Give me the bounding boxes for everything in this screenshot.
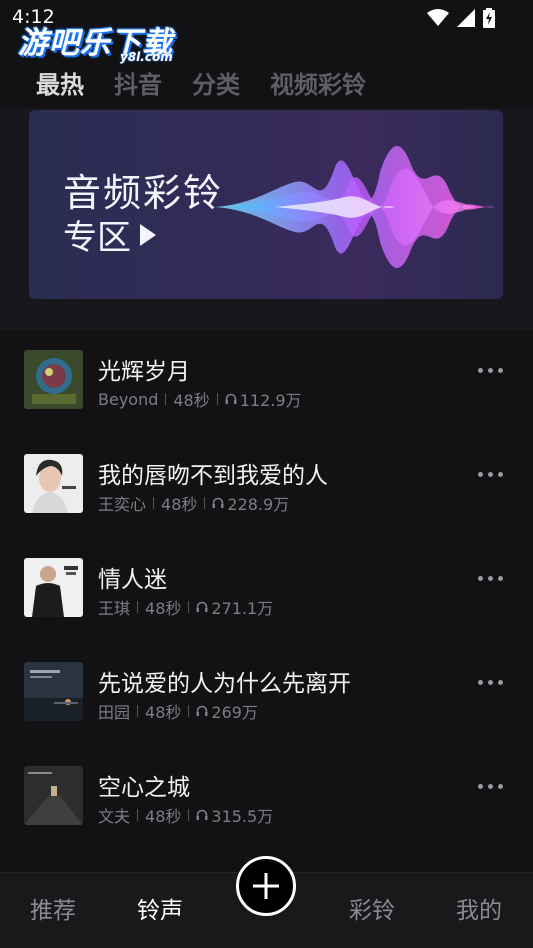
add-button[interactable] [236, 856, 296, 916]
song-row[interactable]: 空心之城 文夫 48秒 315.5万 [0, 746, 533, 850]
banner-subtitle: 专区 [63, 218, 131, 258]
song-meta: 王奕心 48秒 228.9万 [98, 491, 289, 515]
headphone-icon [225, 393, 237, 404]
divider [188, 809, 190, 821]
more-dots-icon[interactable] [478, 680, 503, 685]
battery-charging-icon [483, 8, 495, 28]
album-cover [24, 558, 83, 617]
tab-video-ringtone[interactable]: 视频彩铃 [270, 65, 366, 100]
headphone-icon [196, 809, 208, 820]
song-artist: Beyond [98, 389, 159, 409]
nav-recommend[interactable]: 推荐 [30, 891, 76, 925]
nav-color-ringtone[interactable]: 彩铃 [349, 891, 395, 925]
more-dots-icon[interactable] [478, 576, 503, 581]
signal-icon [457, 9, 475, 27]
album-cover [24, 766, 83, 825]
sound-wave-graphic [215, 145, 495, 269]
tab-category[interactable]: 分类 [192, 65, 240, 100]
divider [137, 705, 139, 717]
song-duration: 48秒 [145, 703, 182, 722]
headphone-icon [196, 601, 208, 612]
nav-ringtone[interactable]: 铃声 [137, 891, 183, 925]
song-duration: 48秒 [173, 391, 210, 410]
more-dots-icon[interactable] [478, 784, 503, 789]
play-triangle-icon [140, 223, 156, 246]
song-plays: 269万 [211, 703, 258, 722]
more-dots-icon[interactable] [478, 472, 503, 477]
divider [153, 497, 155, 509]
banner-subtitle-row: 专区 [63, 210, 157, 259]
divider [137, 809, 139, 821]
divider [204, 497, 206, 509]
divider [188, 705, 190, 717]
song-meta: 王琪 48秒 271.1万 [98, 595, 273, 619]
tab-douyin[interactable]: 抖音 [114, 65, 162, 100]
divider [188, 601, 190, 613]
song-artist: 王琪 [98, 599, 131, 618]
wifi-icon [427, 9, 449, 26]
album-cover [24, 350, 83, 409]
more-dots-icon[interactable] [478, 368, 503, 373]
divider [137, 601, 139, 613]
song-row[interactable]: 情人迷 王琪 48秒 271.1万 [0, 538, 533, 642]
tab-hot[interactable]: 最热 [36, 65, 84, 100]
top-tabs: 最热 抖音 分类 视频彩铃 [36, 62, 366, 102]
song-artist: 文夫 [98, 807, 131, 826]
song-duration: 48秒 [145, 599, 182, 618]
divider [165, 393, 167, 405]
song-plays: 271.1万 [211, 599, 274, 618]
song-row[interactable]: 我的唇吻不到我爱的人 王奕心 48秒 228.9万 [0, 434, 533, 538]
watermark-logo: 游吧乐下载 y8l.com [18, 18, 188, 64]
song-meta: 田园 48秒 269万 [98, 699, 258, 723]
status-icons [427, 8, 495, 28]
song-title: 光辉岁月 [98, 359, 190, 385]
song-meta: 文夫 48秒 315.5万 [98, 803, 273, 827]
song-list: 光辉岁月 Beyond 48秒 112.9万 我的唇吻不到我爱的人 王奕心 48… [0, 330, 533, 850]
song-title: 我的唇吻不到我爱的人 [98, 463, 328, 489]
song-artist: 田园 [98, 703, 131, 722]
song-plays: 112.9万 [239, 391, 302, 410]
headphone-icon [212, 497, 224, 508]
headphone-icon [196, 705, 208, 716]
song-row[interactable]: 光辉岁月 Beyond 48秒 112.9万 [0, 330, 533, 434]
song-artist: 王奕心 [98, 495, 147, 514]
divider [216, 393, 218, 405]
song-plays: 315.5万 [211, 807, 274, 826]
song-duration: 48秒 [145, 807, 182, 826]
audio-ringtone-banner[interactable]: 音频彩铃 专区 [29, 110, 503, 299]
song-plays: 228.9万 [227, 495, 290, 514]
album-cover [24, 454, 83, 513]
song-duration: 48秒 [161, 495, 198, 514]
plus-icon [253, 873, 279, 899]
song-title: 先说爱的人为什么先离开 [98, 671, 351, 697]
banner-title: 音频彩铃 [63, 171, 224, 215]
album-cover [24, 662, 83, 721]
nav-mine[interactable]: 我的 [456, 891, 502, 925]
song-row[interactable]: 先说爱的人为什么先离开 田园 48秒 269万 [0, 642, 533, 746]
song-meta: Beyond 48秒 112.9万 [98, 387, 302, 411]
song-title: 空心之城 [98, 775, 190, 801]
song-title: 情人迷 [98, 567, 167, 593]
